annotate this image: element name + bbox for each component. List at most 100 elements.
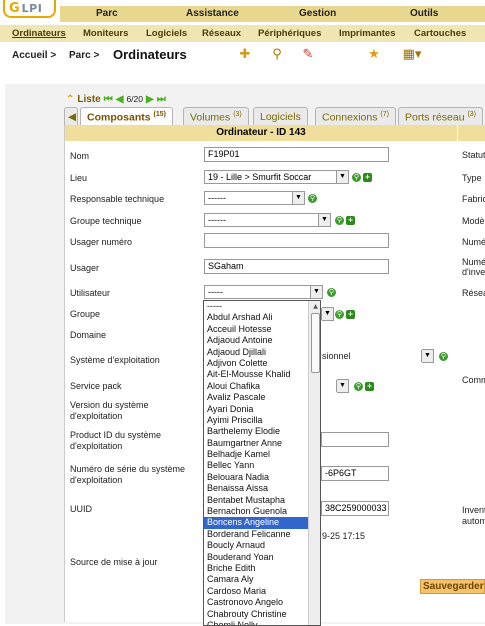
submenu-moniteurs[interactable]: Moniteurs (83, 28, 128, 39)
display-options-icon[interactable]: ▦▾ (397, 47, 427, 63)
tab-logiciels[interactable]: Logiciels (253, 107, 308, 125)
groupe-select-dropdown[interactable]: ▼ (321, 307, 334, 321)
label-resp-tech: Responsable technique (70, 194, 165, 204)
menu-assistance[interactable]: Assistance (186, 8, 239, 19)
groupe-tech-add-icon[interactable]: + (346, 216, 355, 225)
serial-input[interactable]: -6P6GT (321, 466, 389, 481)
dropdown-option[interactable]: Ait-El-Mousse Khalid (204, 369, 308, 380)
dropdown-option[interactable]: Avaliz Pascale (204, 392, 308, 403)
dropdown-option[interactable]: Barthelemy Elodie (204, 426, 308, 437)
dropdown-option[interactable]: Borderand Felicanne (204, 529, 308, 540)
dropdown-option[interactable]: Camara Aly (204, 574, 308, 585)
submenu-peripheriques[interactable]: Périphériques (258, 28, 321, 39)
last-icon[interactable]: ⏭ (157, 94, 166, 105)
resp-tech-search-icon[interactable]: ⚲ (308, 194, 317, 203)
dropdown-option[interactable]: Chabrouty Christine (204, 609, 308, 620)
dropdown-option[interactable]: Bentabet Mustapha (204, 495, 308, 506)
submenu-logiciels[interactable]: Logiciels (146, 28, 187, 39)
submenu-cartouches[interactable]: Cartouches (414, 28, 466, 39)
dropdown-scrollbar[interactable]: ▲ (308, 301, 320, 625)
dropdown-option[interactable]: Ayari Donia (204, 404, 308, 415)
previous-icon[interactable]: ◀ (116, 94, 124, 105)
product-id-input[interactable] (321, 432, 389, 447)
dropdown-option[interactable]: Benaissa Aissa (204, 483, 308, 494)
os-search-icon[interactable]: ⚲ (439, 352, 448, 361)
search-icon[interactable]: ⚲ (269, 47, 285, 63)
dropdown-option[interactable]: Adjaoud Antoine (204, 335, 308, 346)
dropdown-option[interactable]: Chemli Nelly (204, 620, 308, 625)
tab-ports-reseau[interactable]: Ports réseau (3) (398, 107, 484, 125)
bookmark-star-icon[interactable]: ★ (366, 47, 382, 63)
tab-volumes[interactable]: Volumes (3) (183, 107, 249, 125)
dropdown-option[interactable]: ----- (204, 301, 308, 312)
dropdown-option[interactable]: Adjaoud Djillali (204, 347, 308, 358)
template-icon[interactable]: ✎ (300, 47, 316, 63)
submenu-ordinateurs[interactable]: Ordinateurs (12, 28, 66, 39)
groupe-add-icon[interactable]: + (346, 310, 355, 319)
dropdown-option[interactable]: Abdul Arshad Ali (204, 312, 308, 323)
menu-parc[interactable]: Parc (96, 8, 118, 19)
usager-input[interactable]: SGaham (204, 259, 389, 274)
dropdown-option[interactable]: Castronovo Angelo (204, 597, 308, 608)
main-menu-bar: Parc Assistance Gestion Outils (60, 6, 485, 22)
dropdown-option[interactable]: Bernachon Guenola (204, 506, 308, 517)
groupe-tech-search-icon[interactable]: ⚲ (335, 216, 344, 225)
groupe-tech-select[interactable]: ------ ▼ (204, 213, 331, 227)
first-icon[interactable]: ⏮ (104, 94, 113, 105)
next-icon[interactable]: ▶ (146, 94, 154, 105)
scrollbar-thumb[interactable] (311, 313, 320, 373)
usager-numero-input[interactable] (204, 233, 389, 248)
resp-tech-select[interactable]: ------ ▼ (204, 191, 305, 205)
dropdown-option[interactable]: Boncens Angeline (204, 517, 308, 529)
glpi-logo[interactable]: G LPI (3, 0, 56, 18)
groupe-search-icon[interactable]: ⚲ (335, 310, 344, 319)
submenu-reseaux[interactable]: Réseaux (202, 28, 241, 39)
dropdown-option[interactable]: Cardoso Maria (204, 586, 308, 597)
dropdown-option[interactable]: Acceuil Hotesse (204, 324, 308, 335)
os-select-dropdown[interactable]: ▼ (421, 349, 434, 363)
lieu-search-icon[interactable]: ⚲ (352, 173, 361, 182)
save-button[interactable]: Sauvegarder (420, 579, 485, 594)
dropdown-option[interactable]: Ayimi Priscilla (204, 415, 308, 426)
sp-select-dropdown[interactable]: ▼ (336, 379, 349, 393)
list-link[interactable]: Liste (77, 94, 100, 105)
dropdown-option[interactable]: Aloui Chafika (204, 381, 308, 392)
lieu-value: 19 - Lille > Smurfit Soccar (208, 172, 312, 182)
add-item-icon[interactable]: ✚ (237, 47, 253, 63)
dropdown-option[interactable]: Baumgartner Anne (204, 438, 308, 449)
user-dropdown-list[interactable]: ----- Abdul Arshad Ali Acceuil Hotesse Adja… (203, 300, 321, 626)
spacer (0, 70, 485, 84)
dropdown-option[interactable]: Belhadje Kamel (204, 449, 308, 460)
utilisateur-search-icon[interactable]: ⚲ (327, 288, 336, 297)
lieu-select[interactable]: 19 - Lille > Smurfit Soccar ▼ (204, 170, 349, 184)
label-uuid: UUID (70, 504, 92, 514)
dropdown-option[interactable]: Belouara Nadia (204, 472, 308, 483)
tab-composants[interactable]: Composants (15) (80, 107, 173, 126)
chevron-down-icon: ▼ (292, 192, 304, 204)
list-up-icon[interactable]: ⌃ (66, 94, 74, 105)
lieu-add-icon[interactable]: + (363, 173, 372, 182)
uuid-input[interactable]: 38C259000033 (321, 501, 389, 516)
sp-search-icon[interactable]: ⚲ (354, 382, 363, 391)
utilisateur-select[interactable]: ----- ▼ (204, 285, 323, 299)
dropdown-option[interactable]: Bellec Yann (204, 460, 308, 471)
tab-scroll-left-icon[interactable]: ◀ (64, 107, 78, 125)
dropdown-option[interactable]: Briche Edith (204, 563, 308, 574)
scroll-up-icon[interactable]: ▲ (311, 302, 320, 311)
chevron-down-icon: ▼ (310, 286, 322, 298)
menu-gestion[interactable]: Gestion (299, 8, 336, 19)
page-title: Ordinateurs (113, 47, 187, 62)
tab-connexions[interactable]: Connexions (7) (315, 107, 396, 125)
breadcrumb-parc[interactable]: Parc > (69, 50, 99, 61)
label-lieu: Lieu (70, 173, 88, 183)
submenu-imprimantes[interactable]: Imprimantes (339, 28, 396, 39)
sp-add-icon[interactable]: + (365, 382, 374, 391)
menu-outils[interactable]: Outils (410, 8, 438, 19)
nom-input[interactable]: F19P01 (204, 147, 389, 162)
breadcrumb-home[interactable]: Accueil > (12, 50, 56, 61)
dropdown-option[interactable]: Adjivon Colette (204, 358, 308, 369)
utilisateur-value: ----- (208, 287, 223, 297)
dropdown-option[interactable]: Boucly Arnaud (204, 540, 308, 551)
dropdown-option[interactable]: Bouderand Yoan (204, 552, 308, 563)
label-nom: Nom (70, 151, 90, 161)
